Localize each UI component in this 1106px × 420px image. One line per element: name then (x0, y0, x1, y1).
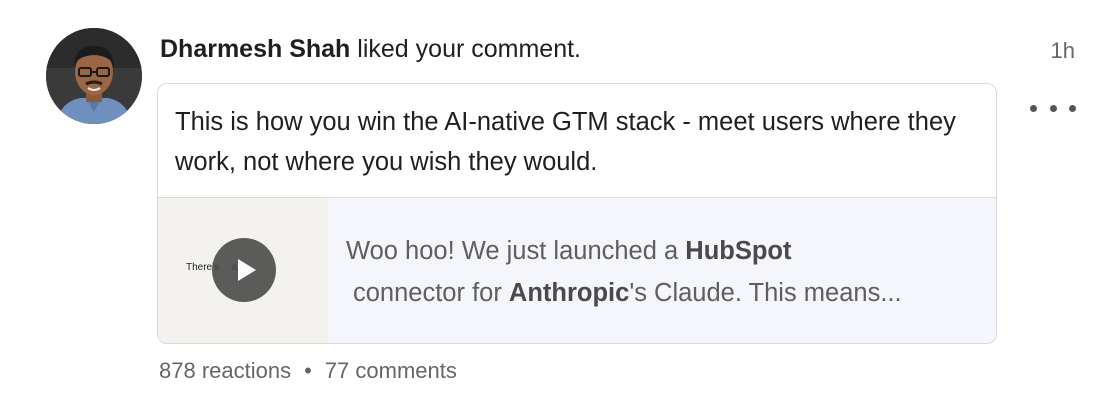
reactions-count[interactable]: 878 reactions (159, 358, 291, 383)
preview-part-1: Woo hoo! We just launched a (346, 237, 686, 265)
dot (1030, 104, 1037, 112)
dot (1049, 104, 1057, 112)
actor-name[interactable]: Dharmesh Shah (160, 35, 350, 63)
play-icon[interactable] (212, 238, 276, 302)
comments-count[interactable]: 77 comments (325, 358, 457, 383)
avatar-photo (46, 28, 142, 124)
timestamp: 1h (1050, 38, 1075, 63)
ellipsis-horizontal-icon[interactable] (1030, 96, 1076, 120)
preview-line-2: connector for Anthropic's Claude. This m… (346, 272, 986, 314)
video-thumbnail[interactable]: There's a (158, 198, 328, 343)
post-stats: 878 reactions • 77 comments (159, 358, 457, 384)
preview-bold-hubspot: HubSpot (685, 237, 792, 265)
shared-post-preview[interactable]: There's a Woo hoo! We just launched a Hu… (158, 198, 996, 343)
preview-line-1: Woo hoo! We just launched a HubSpot (346, 230, 986, 272)
notification-headline[interactable]: Dharmesh Shah liked your comment. (160, 32, 581, 66)
avatar[interactable] (46, 28, 142, 124)
stats-separator: • (304, 358, 312, 383)
preview-part-2: connector for (353, 279, 509, 307)
comment-card[interactable]: This is how you win the AI-native GTM st… (157, 83, 997, 344)
dot (1069, 104, 1076, 112)
preview-bold-anthropic: Anthropic (508, 279, 630, 307)
action-text: liked your comment. (357, 35, 581, 63)
preview-part-3: 's Claude. This means... (629, 279, 902, 307)
shared-post-text: Woo hoo! We just launched a HubSpot conn… (346, 230, 986, 314)
comment-text: This is how you win the AI-native GTM st… (175, 108, 956, 176)
play-triangle (237, 259, 256, 281)
